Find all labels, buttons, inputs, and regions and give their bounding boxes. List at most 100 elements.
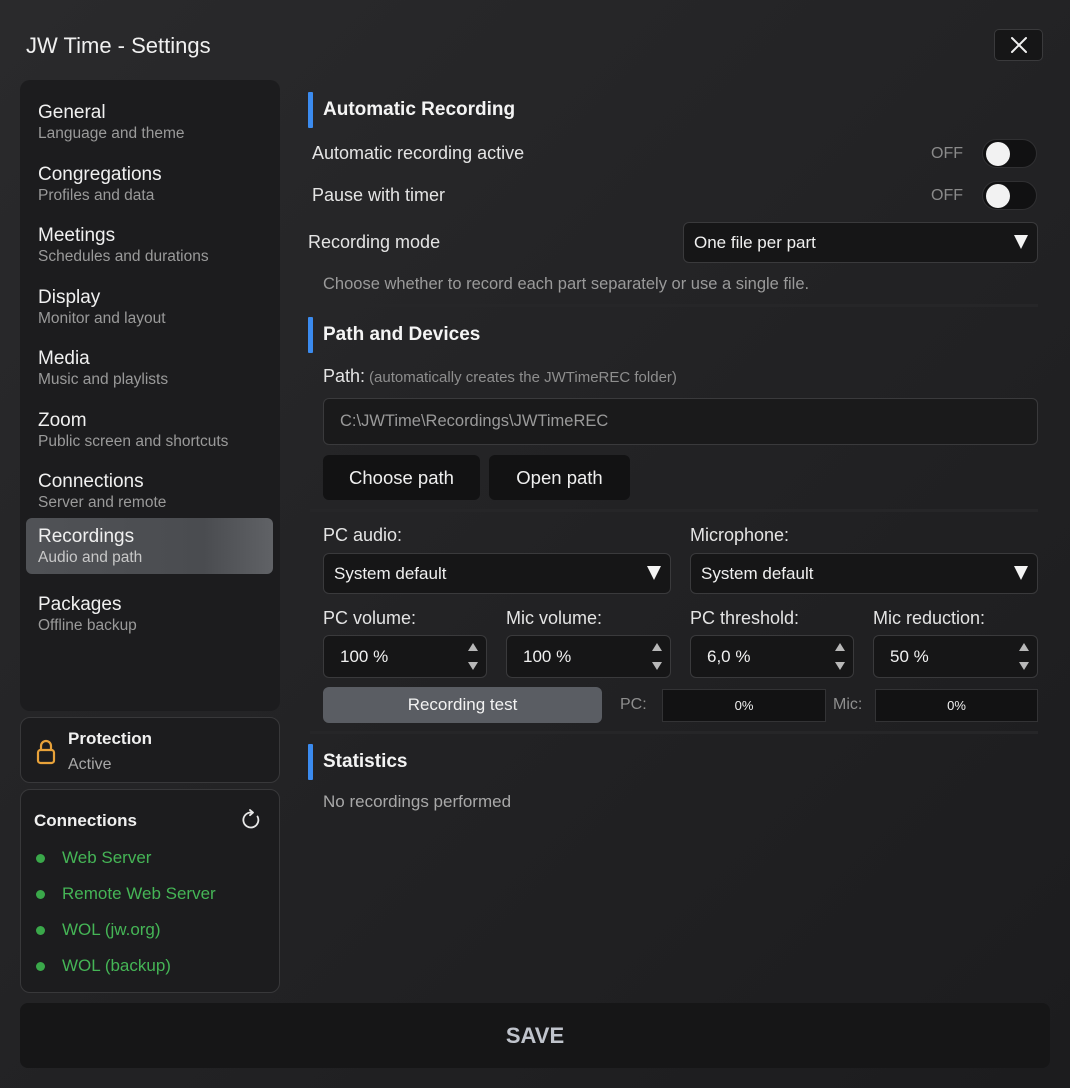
mic-level-meter: 0%	[875, 689, 1038, 722]
connection-status-item: WOL (backup)	[36, 955, 171, 977]
sidebar-item-meetings[interactable]: Meetings Schedules and durations	[26, 217, 273, 273]
connection-status-item: Remote Web Server	[36, 883, 216, 905]
section-path-devices: Path and Devices	[308, 317, 480, 353]
pc-volume-stepper[interactable]: 100 %	[323, 635, 487, 678]
path-hint: (automatically creates the JWTimeREC fol…	[369, 369, 677, 386]
section-automatic-recording: Automatic Recording	[308, 92, 515, 128]
path-label: Path: (automatically creates the JWTimeRE…	[323, 366, 677, 387]
open-path-button[interactable]: Open path	[489, 455, 630, 500]
choose-path-button[interactable]: Choose path	[323, 455, 480, 500]
sidebar-item-sub: Monitor and layout	[38, 310, 166, 327]
microphone-value: System default	[701, 563, 814, 583]
section-title: Automatic Recording	[323, 99, 516, 120]
section-accent-bar	[308, 317, 313, 353]
section-statistics: Statistics	[308, 744, 407, 780]
toggle-knob	[986, 142, 1010, 166]
auto-recording-state: OFF	[931, 145, 963, 162]
protection-status: Active	[68, 756, 112, 773]
status-dot	[36, 853, 45, 863]
sidebar-item-zoom[interactable]: Zoom Public screen and shortcuts	[26, 402, 273, 458]
connection-label: Remote Web Server	[62, 884, 216, 903]
sidebar-item-label: Congregations	[38, 164, 162, 185]
sidebar-item-sub: Offline backup	[38, 617, 137, 634]
mic-meter-label: Mic:	[833, 696, 863, 713]
save-button[interactable]: SAVE	[20, 1003, 1050, 1068]
mic-volume-label: Mic volume:	[506, 608, 603, 628]
section-title: Path and Devices	[323, 324, 481, 345]
sidebar-item-general[interactable]: General Language and theme	[26, 94, 273, 150]
recording-mode-label: Recording mode	[308, 232, 441, 252]
status-dot	[36, 889, 45, 899]
stepper-down-icon[interactable]	[466, 659, 480, 673]
auto-recording-label: Automatic recording active	[312, 143, 525, 163]
sidebar-item-media[interactable]: Media Music and playlists	[26, 340, 273, 396]
stepper-down-icon[interactable]	[650, 659, 664, 673]
pc-level-meter: 0%	[662, 689, 826, 722]
section-divider	[310, 731, 1038, 734]
pc-threshold-stepper[interactable]: 6,0 %	[690, 635, 854, 678]
mic-volume-stepper[interactable]: 100 %	[506, 635, 671, 678]
pc-meter-label: PC:	[620, 696, 647, 713]
pc-volume-value: 100 %	[340, 646, 389, 666]
stepper-down-icon[interactable]	[833, 659, 847, 673]
recording-test-button[interactable]: Recording test	[323, 687, 602, 723]
stepper-up-icon[interactable]	[466, 640, 480, 654]
chevron-down-icon	[1014, 235, 1028, 249]
sidebar-item-label: Media	[38, 348, 90, 369]
mic-volume-value: 100 %	[523, 646, 572, 666]
pc-audio-value: System default	[334, 563, 447, 583]
mic-reduction-stepper[interactable]: 50 %	[873, 635, 1038, 678]
pause-timer-toggle[interactable]	[982, 181, 1037, 210]
pc-audio-label: PC audio:	[323, 525, 403, 545]
sidebar-item-sub: Audio and path	[38, 549, 143, 566]
statistics-empty-text: No recordings performed	[323, 792, 512, 811]
sidebar-item-label: Connections	[38, 471, 144, 492]
microphone-label: Microphone:	[690, 525, 790, 545]
mic-reduction-label: Mic reduction:	[873, 608, 986, 628]
section-accent-bar	[308, 92, 313, 128]
sidebar-item-label: Packages	[38, 594, 122, 615]
sidebar-item-packages[interactable]: Packages Offline backup	[26, 586, 273, 642]
stepper-up-icon[interactable]	[1017, 640, 1031, 654]
sidebar-item-sub: Public screen and shortcuts	[38, 433, 229, 450]
status-dot	[36, 961, 45, 971]
toggle-knob	[986, 184, 1010, 208]
pause-timer-label: Pause with timer	[312, 185, 446, 205]
recording-mode-select[interactable]: One file per part	[683, 222, 1038, 263]
close-button[interactable]	[994, 29, 1043, 61]
status-dot	[36, 925, 45, 935]
connections-panel: Connections Web Server Remote Web Server…	[20, 789, 280, 993]
section-title: Statistics	[323, 751, 408, 772]
sidebar-item-connections[interactable]: Connections Server and remote	[26, 463, 273, 519]
sidebar-nav: General Language and theme Congregations…	[20, 80, 280, 711]
pc-threshold-value: 6,0 %	[707, 646, 751, 666]
chevron-down-icon	[647, 566, 661, 580]
sidebar-item-congregations[interactable]: Congregations Profiles and data	[26, 156, 273, 212]
window-title: JW Time - Settings	[26, 33, 211, 58]
refresh-icon[interactable]	[240, 809, 262, 831]
microphone-select[interactable]: System default	[690, 553, 1038, 594]
pc-threshold-label: PC threshold:	[690, 608, 800, 628]
connection-status-item: Web Server	[36, 847, 151, 869]
path-label-text: Path:	[323, 366, 366, 386]
connection-label: Web Server	[62, 848, 152, 867]
sidebar-item-label: General	[38, 102, 106, 123]
stepper-up-icon[interactable]	[650, 640, 664, 654]
path-field[interactable]: C:\JWTime\Recordings\JWTimeREC	[323, 398, 1038, 445]
auto-recording-toggle[interactable]	[982, 139, 1037, 168]
recording-mode-value: One file per part	[694, 232, 816, 252]
pause-timer-state: OFF	[931, 187, 963, 204]
sidebar-item-recordings[interactable]: Recordings Audio and path	[26, 518, 273, 574]
stepper-down-icon[interactable]	[1017, 659, 1031, 673]
recording-mode-hint: Choose whether to record each part separ…	[323, 275, 810, 293]
connection-status-item: WOL (jw.org)	[36, 919, 161, 941]
sidebar-item-label: Recordings	[38, 526, 135, 547]
section-accent-bar	[308, 744, 313, 780]
mic-reduction-value: 50 %	[890, 646, 929, 666]
pc-audio-select[interactable]: System default	[323, 553, 671, 594]
stepper-up-icon[interactable]	[833, 640, 847, 654]
chevron-down-icon	[1014, 566, 1028, 580]
sidebar-item-sub: Profiles and data	[38, 187, 155, 204]
sidebar-item-display[interactable]: Display Monitor and layout	[26, 279, 273, 335]
protection-title: Protection	[68, 729, 153, 748]
